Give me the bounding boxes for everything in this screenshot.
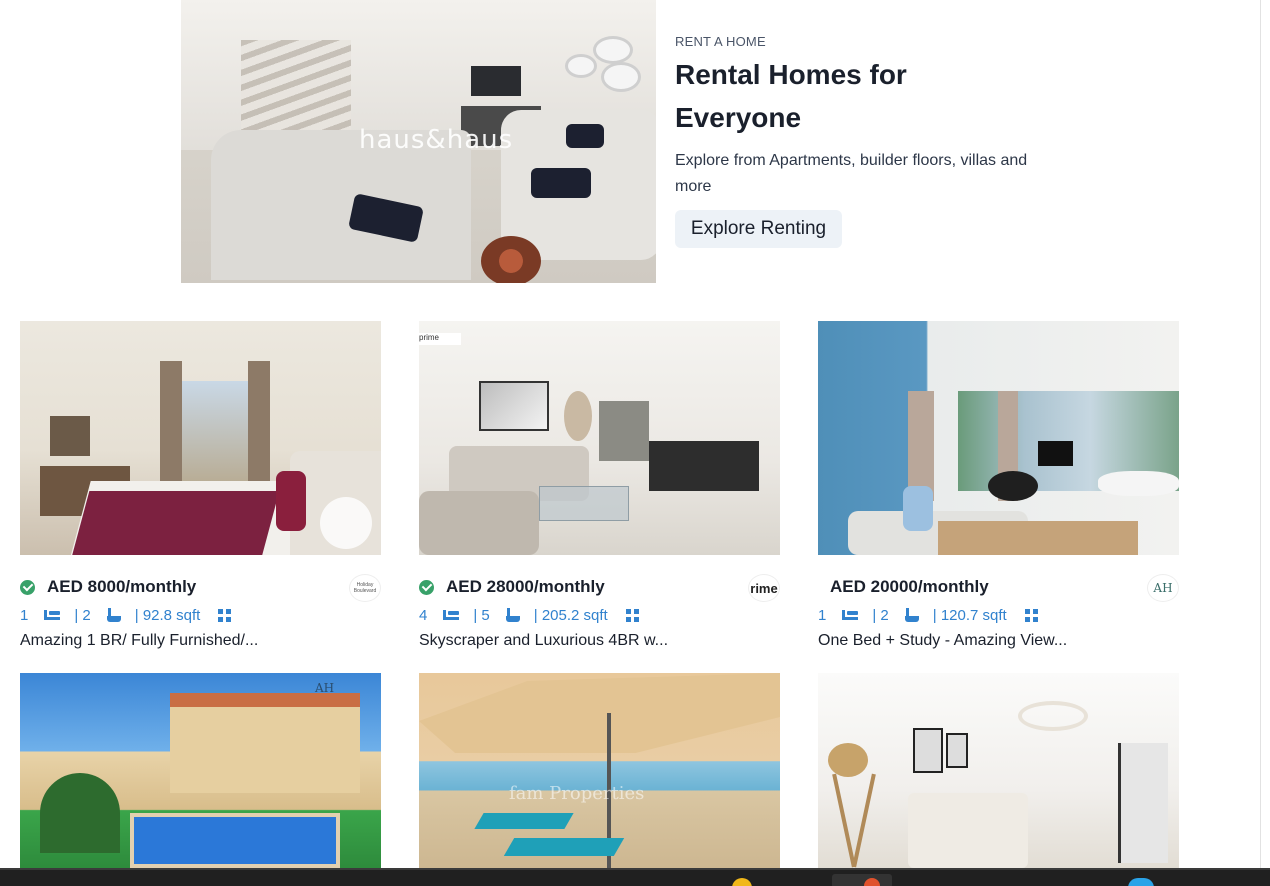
photo-watermark: AH — [315, 681, 335, 695]
listing-price-row: AED 8000/monthly Holiday Boulevard — [20, 574, 381, 602]
area-value: | 92.8 sqft — [134, 606, 201, 624]
listing-price-row: AED 20000/monthly AH — [818, 574, 1179, 602]
listing-photo[interactable] — [818, 673, 1179, 868]
verified-check-icon — [20, 579, 35, 595]
hero-eyebrow: RENT A HOME — [675, 34, 766, 49]
listing-specs: 1 | 2 | 120.7 sqft — [818, 605, 1052, 625]
agency-logo[interactable]: rime — [748, 574, 780, 602]
listing-card[interactable]: AED 20000/monthly AH 1 | 2 | 120.7 sqft … — [818, 321, 1179, 649]
bathroom-count: | 2 — [74, 606, 91, 624]
listing-specs: 4 | 5 | 205.2 sqft — [419, 605, 653, 625]
agency-logo[interactable]: AH — [1147, 574, 1179, 602]
listing-card[interactable] — [818, 673, 1179, 868]
explore-renting-button[interactable]: Explore Renting — [675, 210, 842, 248]
bed-icon — [842, 610, 859, 620]
hero-image: haus&haus — [181, 0, 656, 283]
floorplan-grid-icon — [218, 608, 232, 622]
listing-card[interactable]: AED 8000/monthly Holiday Boulevard 1 | 2… — [20, 321, 381, 649]
listing-title[interactable]: Skyscraper and Luxurious 4BR w... — [419, 632, 780, 650]
listing-card[interactable]: prime AED 28000/monthly rime 4 | 5 | 205… — [419, 321, 780, 649]
bed-icon — [443, 610, 460, 620]
listing-title[interactable]: Amazing 1 BR/ Fully Furnished/... — [20, 632, 381, 650]
taskbar-app-icon[interactable] — [1128, 878, 1154, 886]
verified-check-icon — [419, 579, 434, 595]
agency-logo[interactable]: Holiday Boulevard — [349, 574, 381, 602]
taskbar-app-icon[interactable] — [732, 878, 752, 886]
listing-photo[interactable]: AH — [20, 673, 381, 868]
photo-watermark: fam Properties — [509, 783, 645, 804]
taskbar-app-icon[interactable] — [832, 874, 892, 886]
bed-icon — [44, 610, 61, 620]
listing-price: AED 28000/monthly — [446, 577, 605, 596]
listing-card[interactable]: fam Properties — [419, 673, 780, 868]
bath-icon — [106, 608, 121, 622]
bathroom-count: | 2 — [872, 606, 889, 624]
listing-price: AED 8000/monthly — [47, 577, 197, 596]
listing-price: AED 20000/monthly — [830, 577, 989, 596]
hero-description: Explore from Apartments, builder floors,… — [675, 152, 1028, 195]
listing-photo[interactable]: fam Properties — [419, 673, 780, 868]
listing-photo[interactable] — [818, 321, 1179, 555]
listing-specs: 1 | 2 | 92.8 sqft — [20, 605, 245, 625]
listing-photo[interactable] — [20, 321, 381, 555]
area-value: | 205.2 sqft — [533, 606, 608, 624]
listing-photo[interactable]: prime — [419, 321, 780, 555]
hero-image-watermark: haus&haus — [359, 125, 514, 155]
os-taskbar — [0, 868, 1270, 886]
bathroom-count: | 5 — [473, 606, 490, 624]
bath-icon — [904, 608, 919, 622]
bedroom-count: 1 — [20, 606, 29, 624]
listing-title[interactable]: One Bed + Study - Amazing View... — [818, 632, 1179, 650]
listing-price-row: AED 28000/monthly rime — [419, 574, 780, 602]
area-value: | 120.7 sqft — [932, 606, 1007, 624]
page-edge-divider — [1260, 0, 1261, 868]
hero-title: Rental Homes for Everyone — [675, 59, 907, 133]
floorplan-grid-icon — [1024, 608, 1038, 622]
bedroom-count: 1 — [818, 606, 827, 624]
bedroom-count: 4 — [419, 606, 428, 624]
bath-icon — [505, 608, 520, 622]
floorplan-grid-icon — [625, 608, 639, 622]
listing-card[interactable]: AH — [20, 673, 381, 868]
